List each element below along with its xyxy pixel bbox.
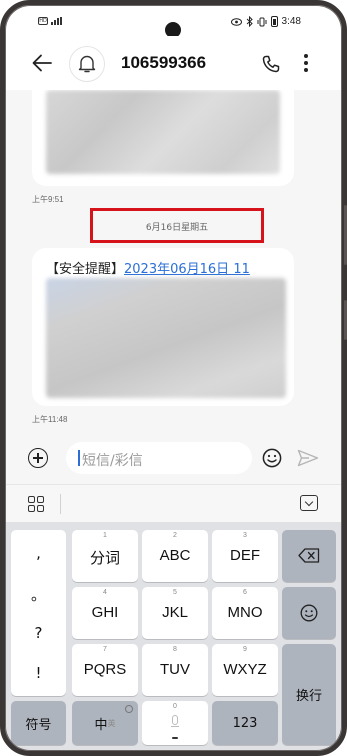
key-7[interactable]: 7 PQRS: [72, 644, 138, 696]
screen: HD 3:48 106599366 上午9:51 6月16日星期五 【安全提醒】…: [6, 6, 341, 750]
keyboard: , 。 ? ! 1 分词 2 ABC 3 DEF 4 GHI 5 JKL 6 M…: [6, 522, 341, 750]
key-2[interactable]: 2 ABC: [142, 530, 208, 582]
bluetooth-icon: [246, 16, 253, 27]
punctuation-column[interactable]: , 。 ? !: [11, 530, 66, 696]
key-3[interactable]: 3 DEF: [212, 530, 278, 582]
message-input[interactable]: 短信/彩信: [66, 442, 252, 474]
message-time: 上午9:51: [32, 195, 64, 204]
date-link[interactable]: 2023年06月16日 11: [124, 262, 250, 277]
punct-question[interactable]: ?: [11, 624, 66, 642]
number-key[interactable]: 123: [212, 701, 278, 745]
message-list[interactable]: 上午9:51 6月16日星期五 【安全提醒】2023年06月16日 11 上午1…: [6, 90, 341, 436]
security-alert-tag: 【安全提醒】: [46, 262, 125, 277]
lang-sub-label: 英: [107, 718, 116, 728]
punct-comma[interactable]: ,: [11, 544, 66, 562]
enter-label: 换行: [295, 689, 322, 704]
collapse-keyboard-icon[interactable]: [300, 495, 318, 511]
phone-call-icon[interactable]: [262, 55, 280, 73]
send-icon[interactable]: [297, 449, 319, 467]
signal-icon: [51, 17, 62, 25]
blurred-message-content: [46, 278, 286, 398]
emoji-icon: [300, 604, 318, 622]
space-indicator: [172, 737, 178, 739]
status-time: 3:48: [281, 16, 301, 27]
microphone-icon: [172, 715, 178, 725]
battery-icon: [270, 16, 278, 27]
text-cursor: [78, 450, 80, 466]
toolbar-divider: [60, 494, 61, 514]
key-4[interactable]: 4 GHI: [72, 587, 138, 639]
emoji-key[interactable]: [282, 587, 336, 639]
number-label: 123: [232, 715, 258, 731]
keyboard-toolbar: [6, 484, 341, 522]
space-key[interactable]: 0: [142, 701, 208, 745]
conversation-header: 106599366: [6, 36, 341, 90]
date-separator: 6月16日星期五: [145, 223, 209, 233]
backspace-icon: [298, 548, 320, 563]
emoji-icon[interactable]: [262, 448, 282, 468]
key-9[interactable]: 9 WXYZ: [212, 644, 278, 696]
apps-grid-icon[interactable]: [28, 496, 44, 512]
key-8[interactable]: 8 TUV: [142, 644, 208, 696]
space-sub-label: 0: [173, 703, 177, 710]
message-bubble[interactable]: 【安全提醒】2023年06月16日 11: [32, 248, 294, 406]
backspace-key[interactable]: [282, 530, 336, 582]
eye-comfort-icon: [230, 17, 242, 26]
language-switch-key[interactable]: 中英: [72, 701, 138, 745]
sim-icon: HD: [38, 17, 48, 25]
lang-label: 中: [94, 717, 108, 733]
symbol-label: 符号: [25, 717, 52, 733]
date-separator-highlight: 6月16日星期五: [90, 208, 264, 243]
vibrate-icon: [257, 17, 267, 26]
message-time: 上午11:48: [32, 415, 68, 424]
contact-avatar[interactable]: [69, 46, 105, 82]
message-bubble[interactable]: [32, 90, 294, 186]
back-arrow-icon[interactable]: [32, 54, 52, 72]
contact-number: 106599366: [121, 53, 207, 72]
symbol-key[interactable]: 符号: [11, 701, 66, 745]
status-bar: HD 3:48: [6, 6, 341, 38]
message-first-line: 【安全提醒】2023年06月16日 11: [46, 258, 250, 277]
key-1[interactable]: 1 分词: [72, 530, 138, 582]
bell-icon: [78, 55, 96, 73]
compose-bar: 短信/彩信: [6, 436, 341, 484]
add-attachment-icon[interactable]: [28, 448, 48, 468]
punct-exclaim[interactable]: !: [11, 664, 66, 682]
blurred-message-content: [46, 90, 280, 174]
enter-key[interactable]: 换行: [282, 644, 336, 745]
key-5[interactable]: 5 JKL: [142, 587, 208, 639]
more-options-icon[interactable]: [304, 54, 308, 72]
key-6[interactable]: 6 MNO: [212, 587, 278, 639]
input-placeholder: 短信/彩信: [82, 453, 143, 469]
punct-period[interactable]: 。: [11, 584, 66, 605]
